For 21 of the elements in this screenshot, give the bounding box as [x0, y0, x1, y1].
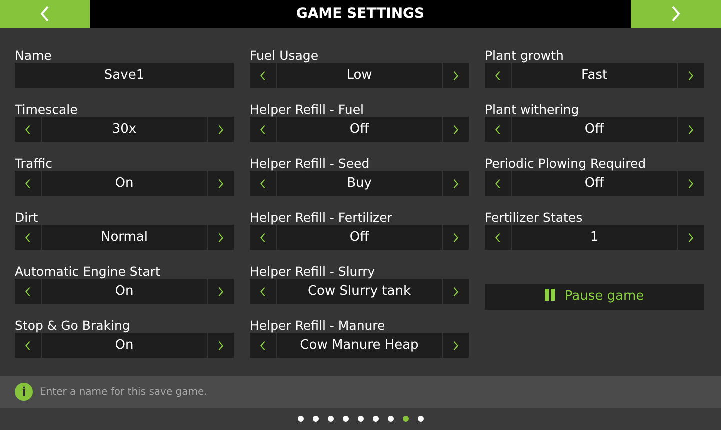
setting-label: Helper Refill - Fuel — [250, 102, 365, 117]
setting-label: Stop & Go Braking — [15, 318, 132, 333]
setting-label: Automatic Engine Start — [15, 264, 162, 279]
setting-label: Plant growth — [485, 48, 565, 63]
setting-label: Helper Refill - Manure — [250, 318, 386, 333]
screen-title: GAME SETTINGS — [296, 4, 425, 24]
setting-label: Helper Refill - Seed — [250, 156, 371, 171]
setting-label: Plant withering — [485, 102, 580, 117]
setting-label: Dirt — [15, 210, 40, 225]
name-field[interactable]: Save1 — [15, 63, 234, 88]
info-text: Enter a name for this save game. — [40, 386, 208, 400]
setting-label: Helper Refill - Fertilizer — [250, 210, 394, 225]
setting-label: Name — [15, 48, 53, 63]
setting-label: Fuel Usage — [250, 48, 320, 63]
setting-label: Helper Refill - Slurry — [250, 264, 376, 279]
setting-label: Periodic Plowing Required — [485, 156, 648, 171]
pause-game-button[interactable]: Pause game — [485, 284, 704, 310]
setting-label: Fertilizer States — [485, 210, 584, 225]
setting-label: Timescale — [15, 102, 79, 117]
info-icon: i — [15, 383, 33, 401]
setting-label: Traffic — [15, 156, 54, 171]
